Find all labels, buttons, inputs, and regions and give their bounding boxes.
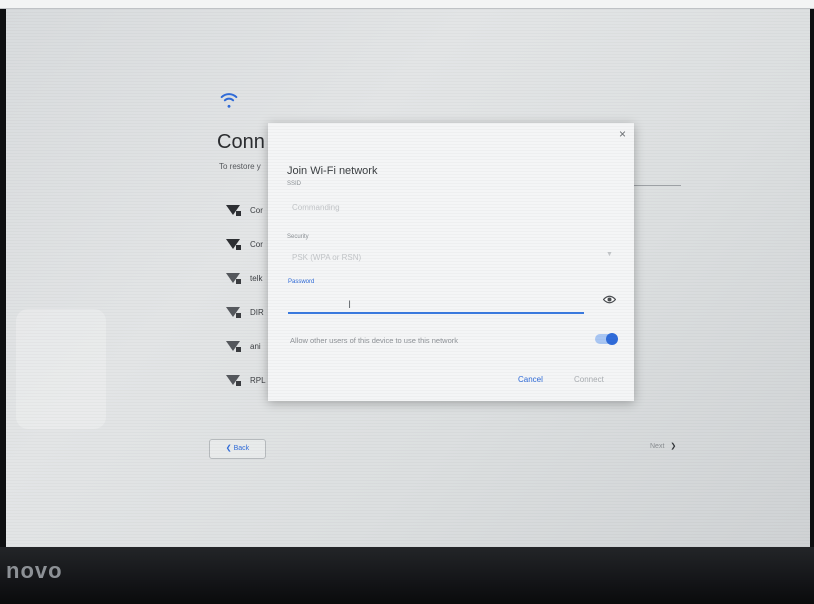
password-input[interactable] bbox=[288, 293, 588, 313]
wifi-lock-icon bbox=[226, 273, 241, 284]
eye-icon[interactable] bbox=[603, 295, 616, 304]
security-label: Security bbox=[287, 234, 309, 240]
page-title: Conn bbox=[217, 131, 265, 153]
laptop-bezel bbox=[0, 547, 814, 604]
network-label: DIR bbox=[250, 308, 264, 317]
password-underline bbox=[288, 312, 584, 314]
page-subtitle: To restore y bbox=[219, 162, 261, 171]
join-wifi-dialog: × Join Wi-Fi network SSID Commanding Sec… bbox=[268, 123, 634, 401]
wifi-icon bbox=[220, 93, 238, 108]
wifi-lock-icon bbox=[226, 341, 241, 352]
wifi-lock-icon bbox=[226, 307, 241, 318]
wifi-lock-icon bbox=[226, 375, 241, 386]
chevron-right-icon: ❯ bbox=[670, 443, 677, 450]
connect-button[interactable]: Connect bbox=[574, 375, 604, 384]
text-cursor-icon: I bbox=[348, 299, 352, 311]
dialog-title: Join Wi-Fi network bbox=[287, 165, 378, 177]
allow-others-label: Allow other users of this device to use … bbox=[290, 336, 458, 345]
screen: Conn To restore y Cor Cor telk DIR ani R… bbox=[6, 9, 810, 547]
chevron-left-icon: ❮ bbox=[225, 445, 232, 452]
network-label: Cor bbox=[250, 206, 263, 215]
cancel-button[interactable]: Cancel bbox=[518, 375, 543, 384]
network-label: telk bbox=[250, 274, 263, 283]
wifi-lock-icon bbox=[226, 239, 241, 250]
brand-logo: novo bbox=[6, 558, 63, 583]
ssid-field[interactable]: Commanding bbox=[292, 203, 340, 212]
next-button[interactable]: Next ❯ bbox=[650, 439, 694, 455]
network-label: RPL bbox=[250, 376, 266, 385]
security-select[interactable]: PSK (WPA or RSN) bbox=[292, 253, 361, 262]
back-button[interactable]: ❮ Back bbox=[209, 439, 266, 459]
close-icon[interactable]: × bbox=[619, 127, 626, 141]
toggle-knob bbox=[606, 333, 618, 345]
top-frame bbox=[0, 0, 814, 9]
wifi-lock-icon bbox=[226, 205, 241, 216]
next-label: Next bbox=[650, 443, 665, 450]
password-label: Password bbox=[288, 279, 315, 285]
screen-glare bbox=[16, 309, 106, 429]
network-label: ani bbox=[250, 342, 261, 351]
dropdown-caret-icon: ▼ bbox=[606, 251, 613, 258]
allow-others-toggle[interactable] bbox=[595, 333, 618, 345]
ssid-label: SSID bbox=[287, 181, 302, 187]
network-label: Cor bbox=[250, 240, 263, 249]
back-label: Back bbox=[233, 445, 250, 452]
